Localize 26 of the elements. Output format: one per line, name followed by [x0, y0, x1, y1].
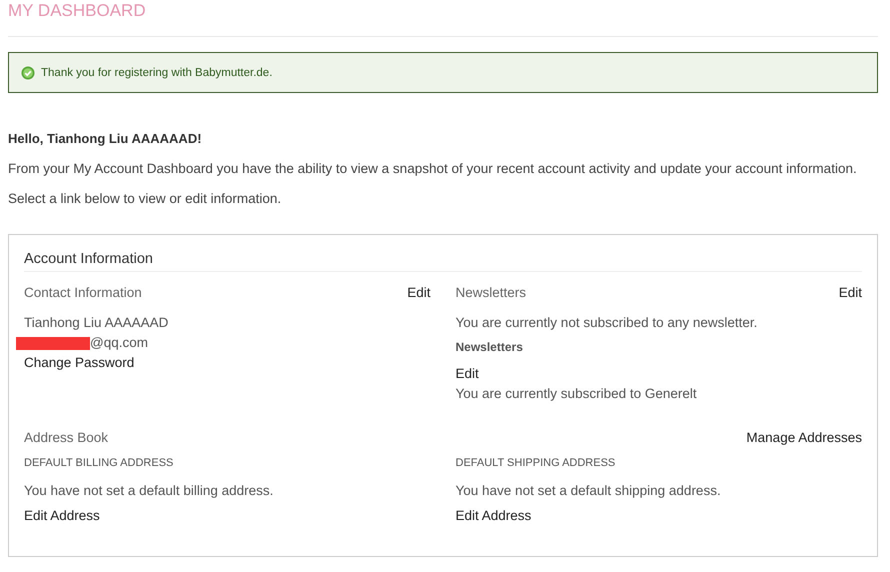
address-heading: DEFAULT BILLING ADDRESS [24, 456, 174, 471]
section-subheading: Newsletters [456, 284, 526, 302]
section-subheading: Contact Information [24, 284, 142, 302]
address-text: You have not set a default billing address. [24, 482, 274, 500]
edit-address-link[interactable]: Edit Address [456, 506, 532, 526]
instruction-text: Select a link below to view or edit information. [8, 190, 282, 208]
name-text: Tianhong Liu AAAAAAD [24, 314, 170, 332]
address-heading: DEFAULT SHIPPING ADDRESS [456, 456, 616, 471]
edit-address-link[interactable]: Edit Address [24, 506, 100, 526]
intro-text: From your My Account Dashboard you have the ability to view a snapshot of your recent account activity and update your account information. [8, 160, 858, 178]
section-heading: Account Information [24, 249, 862, 272]
address-text: You have not set a default shipping address. [456, 482, 722, 500]
edit-link[interactable]: Edit [456, 364, 479, 384]
section-subheading: Address Book [24, 429, 108, 447]
change-password-link[interactable]: Change Password [24, 353, 134, 373]
page-title: MY DASHBOARD [8, 0, 147, 21]
message-text: Thank you for registering with Babymutter.de. [41, 66, 272, 80]
greeting-text: Hello, Tianhong Liu AAAAAAD! [8, 130, 203, 148]
email-text: @qq.com [90, 334, 148, 352]
newsletter-heading: Newsletters [456, 339, 524, 356]
subscription-text: You are currently subscribed to Generelt [456, 385, 698, 403]
check-circle-icon [21, 66, 35, 80]
manage-addresses-link[interactable]: Manage Addresses [746, 428, 862, 448]
edit-link[interactable]: Edit [407, 283, 430, 303]
newsletter-status: You are currently not subscribed to any newsletter. [456, 314, 758, 332]
edit-link[interactable]: Edit [838, 283, 862, 303]
